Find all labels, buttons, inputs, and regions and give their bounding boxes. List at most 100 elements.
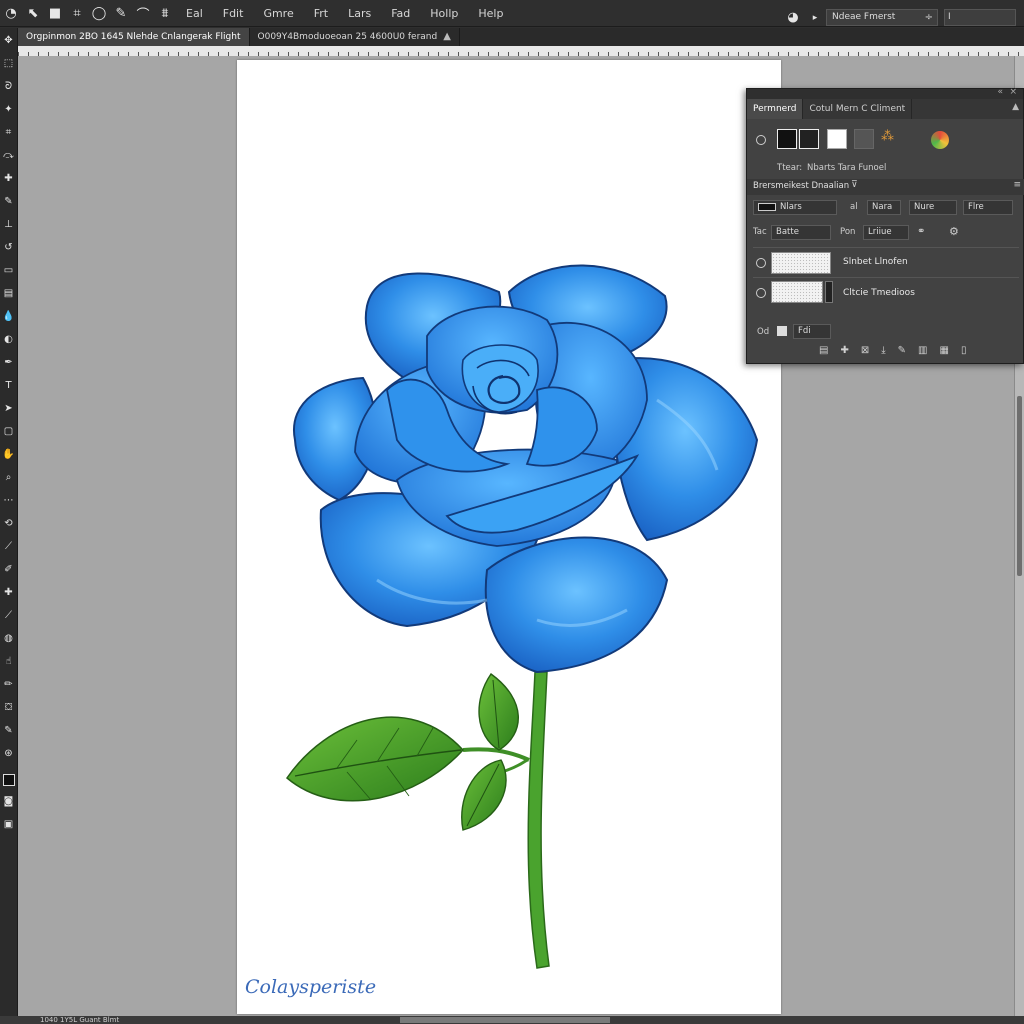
crop-tool-icon[interactable]: ⌗ — [2, 126, 16, 140]
history-brush-icon[interactable]: ↺ — [2, 241, 16, 255]
gradient-tool-icon[interactable]: ▤ — [2, 287, 16, 301]
rotate-tool-icon[interactable]: ⟲ — [2, 517, 16, 531]
add-style-icon[interactable]: ✚ — [840, 345, 848, 356]
screen-mode-icon[interactable]: ▣ — [2, 818, 16, 832]
foreground-color-swatch[interactable] — [2, 774, 15, 786]
menu-item-lars[interactable]: Lars — [338, 7, 381, 20]
link-icon[interactable]: ⚭ — [917, 226, 925, 237]
lasso-tool-icon[interactable]: ᘐ — [2, 80, 16, 94]
brush-tool-icon[interactable]: ✎ — [2, 195, 16, 209]
eraser-tool-icon[interactable]: ▭ — [2, 264, 16, 278]
tab-permnerd[interactable]: Permnerd — [747, 99, 804, 119]
circle-icon[interactable]: ◯ — [88, 0, 110, 27]
document-canvas[interactable]: Colaysperiste — [237, 60, 781, 1014]
count-tool-icon[interactable]: ✚ — [2, 586, 16, 600]
eyedropper-tool-icon[interactable]: ⤼ — [2, 149, 16, 163]
zoom-tool-icon[interactable]: ⌕ — [2, 471, 16, 485]
section-menu-icon[interactable]: ≡ — [1013, 180, 1021, 190]
position-select[interactable]: Lriiue — [863, 225, 909, 240]
smudge-tool-icon[interactable]: ☝ — [2, 655, 16, 669]
dodge-tool-icon[interactable]: ◐ — [2, 333, 16, 347]
lock-select[interactable]: Batte — [771, 225, 831, 240]
footer-field[interactable]: Fdi — [793, 324, 831, 339]
workspace-select[interactable]: Ndeae Fmerst — [826, 9, 938, 26]
link-layers-icon[interactable]: ▤ — [819, 345, 828, 356]
layer-mask-thumbnail[interactable] — [825, 281, 833, 303]
bucket-tool-icon[interactable]: ⛋ — [2, 701, 16, 715]
layer-thumbnail[interactable] — [771, 252, 831, 274]
hand-tool-icon[interactable]: ✋ — [2, 448, 16, 462]
layers-section-header[interactable]: Brersmeikest Dnaalian ⊽ ≡ — [747, 179, 1024, 195]
gradient-icon[interactable]: ⩩ — [154, 0, 176, 27]
white-swatch[interactable] — [827, 129, 847, 149]
opacity-input[interactable]: Nara — [867, 200, 901, 215]
stamp-tool-icon[interactable]: ⊥ — [2, 218, 16, 232]
layer-name[interactable]: Slnbet Llnofen — [843, 257, 908, 267]
menu-item-hollp[interactable]: Hollp — [420, 7, 468, 20]
visibility-icon[interactable] — [756, 135, 766, 145]
tab-color-climent[interactable]: Cotul Mern C Climent — [803, 99, 913, 119]
save-icon[interactable]: ▦ — [940, 345, 949, 356]
black-swatch[interactable] — [777, 129, 797, 149]
wand-tool-icon[interactable]: ✦ — [2, 103, 16, 117]
horizontal-scrollbar-thumb[interactable] — [400, 1017, 610, 1023]
sponge-tool-icon[interactable]: ◍ — [2, 632, 16, 646]
lock-icon[interactable]: ■ — [44, 0, 66, 27]
collapse-icon[interactable]: « — [997, 87, 1003, 97]
crop-icon[interactable]: ⌗ — [66, 0, 88, 27]
brush-icon[interactable]: ✎ — [110, 0, 132, 27]
group-icon[interactable]: ▥ — [918, 345, 927, 356]
new-layer-icon[interactable]: ▯ — [961, 345, 967, 356]
menu-item-help[interactable]: Help — [468, 7, 513, 20]
path-select-icon[interactable]: ➤ — [2, 402, 16, 416]
mask-icon[interactable] — [777, 326, 787, 336]
palette-icon[interactable]: ⁂ — [881, 129, 894, 144]
fill-mode-select[interactable]: Nure — [909, 200, 957, 215]
panel-title-strip[interactable]: « × — [747, 87, 1023, 99]
panel-menu-icon[interactable]: ▲ — [1012, 102, 1019, 112]
shape-tool-icon[interactable]: ▢ — [2, 425, 16, 439]
fill-input[interactable]: Flre — [963, 200, 1013, 215]
tab-document-2[interactable]: O009Y4Bmoduoeoan 25 4600U0 ferand ▲ — [250, 28, 460, 46]
more-tools-icon[interactable]: ⋯ — [2, 494, 16, 508]
adjustment-icon[interactable]: ⤓ — [881, 345, 885, 356]
add-mask-icon[interactable]: ⊠ — [861, 345, 869, 356]
marquee-tool-icon[interactable]: ⬚ — [2, 57, 16, 71]
layer-name[interactable]: Cltcie Tmedioos — [843, 288, 915, 298]
menu-item-gmre[interactable]: Gmre — [253, 7, 303, 20]
menu-item-eal[interactable]: Eal — [176, 7, 213, 20]
slice-tool-icon[interactable]: ⟋ — [2, 609, 16, 623]
scrollbar-thumb[interactable] — [1017, 396, 1022, 576]
gray-swatch[interactable] — [854, 129, 874, 149]
warning-icon[interactable]: ▲ — [443, 28, 451, 46]
menu-item-fdit[interactable]: Fdit — [213, 7, 254, 20]
dark-swatch[interactable] — [799, 129, 819, 149]
quick-mask-icon[interactable]: ◙ — [2, 795, 16, 809]
close-icon[interactable]: × — [1009, 87, 1017, 97]
mixer-tool-icon[interactable]: ✎ — [2, 724, 16, 738]
color-wheel-icon[interactable] — [931, 131, 949, 149]
layer-visibility-icon[interactable] — [756, 258, 766, 268]
brush-icon[interactable]: ✎ — [898, 345, 906, 356]
move-tool-icon[interactable]: ✥ — [2, 34, 16, 48]
lasso-icon[interactable]: ⌒ — [132, 0, 154, 27]
ellipse-icon[interactable]: ◔ — [0, 0, 22, 27]
menu-item-frt[interactable]: Frt — [304, 7, 338, 20]
pencil-tool-icon[interactable]: ✏ — [2, 678, 16, 692]
color-replace-icon[interactable]: ⊛ — [2, 747, 16, 761]
floating-panel[interactable]: « × Permnerd Cotul Mern C Climent ▲ ⁂ Tt… — [746, 87, 1024, 364]
filter-icon[interactable]: ⊽ — [851, 180, 858, 190]
layer-visibility-icon[interactable] — [756, 288, 766, 298]
settings-icon[interactable]: ⚙ — [949, 225, 959, 238]
move-icon[interactable]: ⬉ — [22, 0, 44, 27]
tab-document-1[interactable]: Orgpinmon 2BO 1645 Nlehde Cnlangerak Fli… — [18, 28, 250, 46]
globe-icon[interactable]: ◕ — [782, 4, 804, 31]
blend-mode-select[interactable]: Nlars — [753, 200, 837, 215]
note-tool-icon[interactable]: ✐ — [2, 563, 16, 577]
ruler-tool-icon[interactable]: ⟋ — [2, 540, 16, 554]
type-tool-icon[interactable]: T — [2, 379, 16, 393]
layer-thumbnail[interactable] — [771, 281, 823, 303]
healing-tool-icon[interactable]: ✚ — [2, 172, 16, 186]
search-input[interactable]: Ⅰ — [944, 9, 1016, 26]
pen-tool-icon[interactable]: ✒ — [2, 356, 16, 370]
